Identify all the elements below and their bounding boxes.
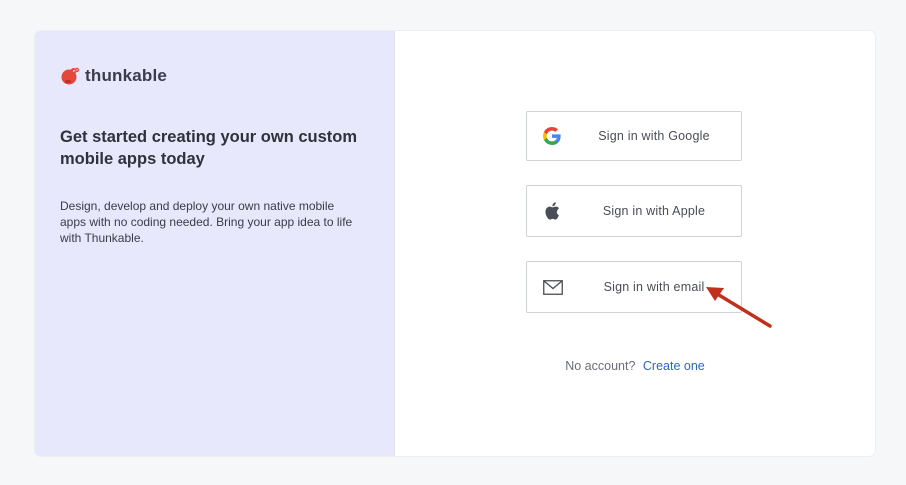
sign-in-apple-button[interactable]: Sign in with Apple xyxy=(526,185,742,237)
sign-in-google-label: Sign in with Google xyxy=(598,129,710,143)
brand-name: thunkable xyxy=(85,66,168,85)
intro-panel: thunkable Get started creating your own … xyxy=(35,31,395,456)
apple-icon xyxy=(543,202,561,220)
no-account-text: No account? xyxy=(565,359,636,373)
intro-description: Design, develop and deploy your own nati… xyxy=(60,199,353,245)
signin-card: thunkable Get started creating your own … xyxy=(35,31,875,456)
page-headline: Get started creating your own custom mob… xyxy=(60,128,358,168)
sign-in-email-button[interactable]: Sign in with email xyxy=(526,261,742,313)
signin-options-panel: Sign in with Google Sign in with Apple S… xyxy=(395,31,875,456)
google-g-icon xyxy=(543,127,561,145)
thunkable-logo: thunkable xyxy=(60,66,167,86)
thunkable-beaver-logo-icon xyxy=(61,67,80,85)
sign-in-apple-label: Sign in with Apple xyxy=(602,204,706,218)
create-account-link[interactable]: Create one xyxy=(643,359,705,373)
create-account-prompt: No account? Create one xyxy=(395,359,875,373)
envelope-icon xyxy=(543,278,563,296)
sign-in-google-button[interactable]: Sign in with Google xyxy=(526,111,742,161)
sign-in-email-label: Sign in with email xyxy=(603,280,705,294)
